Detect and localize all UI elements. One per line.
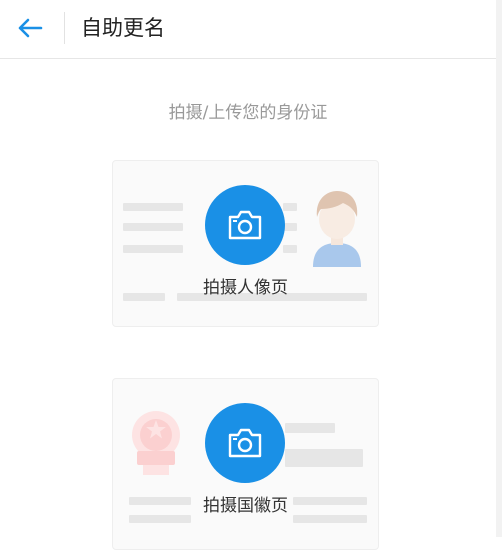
header-divider xyxy=(64,12,65,44)
arrow-left-icon xyxy=(18,18,43,38)
id-emblem-card[interactable]: 拍摄国徽页 xyxy=(112,378,379,550)
camera-icon xyxy=(228,210,262,240)
emblem-card-label: 拍摄国徽页 xyxy=(203,496,288,516)
national-emblem-icon xyxy=(132,411,180,475)
id-portrait-card[interactable]: 拍摄人像页 xyxy=(112,160,379,327)
camera-icon xyxy=(228,428,262,458)
page-title: 自助更名 xyxy=(81,16,165,40)
placeholder-line xyxy=(283,223,297,231)
placeholder-line xyxy=(283,245,297,253)
portrait-card-label: 拍摄人像页 xyxy=(203,278,288,298)
upload-instruction: 拍摄/上传您的身份证 xyxy=(168,103,328,123)
capture-emblem-button[interactable] xyxy=(205,403,285,483)
placeholder-line xyxy=(293,515,367,523)
placeholder-line xyxy=(129,515,191,523)
capture-portrait-button[interactable] xyxy=(205,185,285,265)
placeholder-line xyxy=(285,423,335,433)
person-avatar-icon xyxy=(313,191,361,267)
placeholder-line xyxy=(123,223,183,231)
scroll-edge xyxy=(496,0,502,537)
app-header: 自助更名 xyxy=(0,0,502,59)
placeholder-line xyxy=(283,203,297,211)
placeholder-line xyxy=(123,245,183,253)
placeholder-line xyxy=(123,203,183,211)
placeholder-line xyxy=(285,449,363,467)
back-button[interactable] xyxy=(10,10,50,46)
